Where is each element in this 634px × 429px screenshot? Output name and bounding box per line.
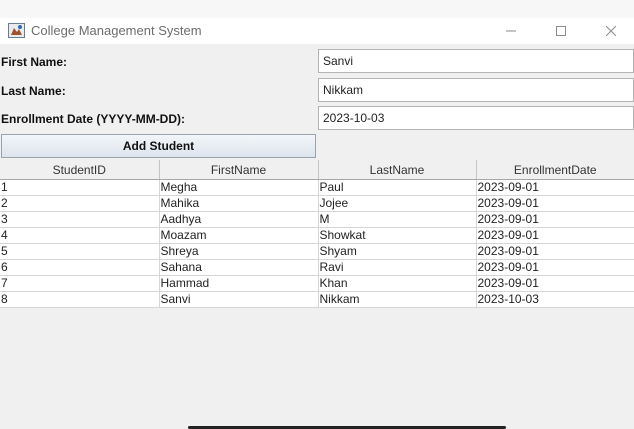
minimize-icon <box>506 30 516 32</box>
cell-enrollment-date[interactable]: 2023-09-01 <box>475 179 634 196</box>
table-row[interactable]: 6 Sahana Ravi 2023-09-01 <box>0 259 634 276</box>
cell-student-id[interactable]: 1 <box>0 179 159 196</box>
maximize-icon <box>556 26 566 36</box>
table-header-row: StudentID FirstName LastName EnrollmentD… <box>0 160 634 180</box>
table-row[interactable]: 4 Moazam Showkat 2023-09-01 <box>0 227 634 244</box>
column-header-studentid[interactable]: StudentID <box>0 160 159 180</box>
cell-student-id[interactable]: 4 <box>0 227 159 244</box>
cell-student-id[interactable]: 7 <box>0 275 159 292</box>
cell-first-name[interactable]: Shreya <box>158 243 318 260</box>
window-title: College Management System <box>31 23 202 38</box>
cell-first-name[interactable]: Hammad <box>158 275 318 292</box>
cell-student-id[interactable]: 5 <box>0 243 159 260</box>
cell-last-name[interactable]: Nikkam <box>317 291 476 308</box>
enrollment-date-field[interactable]: 2023-10-03 <box>318 106 634 130</box>
column-header-lastname[interactable]: LastName <box>317 160 476 180</box>
table-row[interactable]: 2 Mahika Jojee 2023-09-01 <box>0 195 634 212</box>
cell-last-name[interactable]: Shyam <box>317 243 476 260</box>
cell-enrollment-date[interactable]: 2023-09-01 <box>475 259 634 276</box>
cell-enrollment-date[interactable]: 2023-09-01 <box>475 195 634 212</box>
cell-student-id[interactable]: 3 <box>0 211 159 228</box>
table-row[interactable]: 3 Aadhya M 2023-09-01 <box>0 211 634 228</box>
cell-last-name[interactable]: M <box>317 211 476 228</box>
cell-last-name[interactable]: Showkat <box>317 227 476 244</box>
column-header-enrollmentdate[interactable]: EnrollmentDate <box>475 160 634 180</box>
cell-enrollment-date[interactable]: 2023-09-01 <box>475 243 634 260</box>
cell-last-name[interactable]: Khan <box>317 275 476 292</box>
table-row[interactable]: 1 Megha Paul 2023-09-01 <box>0 179 634 196</box>
cell-first-name[interactable]: Mahika <box>158 195 318 212</box>
cell-student-id[interactable]: 2 <box>0 195 159 212</box>
cell-enrollment-date[interactable]: 2023-09-01 <box>475 211 634 228</box>
cell-student-id[interactable]: 6 <box>0 259 159 276</box>
title-bar[interactable]: College Management System <box>0 18 634 44</box>
cell-last-name[interactable]: Paul <box>317 179 476 196</box>
top-strip <box>0 0 634 18</box>
column-header-firstname[interactable]: FirstName <box>158 160 318 180</box>
java-app-icon <box>8 22 25 39</box>
maximize-button[interactable] <box>538 18 584 44</box>
cell-first-name[interactable]: Moazam <box>158 227 318 244</box>
add-student-button[interactable]: Add Student <box>1 134 316 158</box>
table-row[interactable]: 8 Sanvi Nikkam 2023-10-03 <box>0 291 634 308</box>
cell-last-name[interactable]: Jojee <box>317 195 476 212</box>
cell-first-name[interactable]: Aadhya <box>158 211 318 228</box>
close-button[interactable] <box>588 18 634 44</box>
cell-first-name[interactable]: Sanvi <box>158 291 318 308</box>
enrollment-date-label: Enrollment Date (YYYY-MM-DD): <box>1 112 186 126</box>
first-name-field[interactable]: Sanvi <box>318 49 634 73</box>
last-name-label: Last Name: <box>1 84 66 98</box>
table-row[interactable]: 7 Hammad Khan 2023-09-01 <box>0 275 634 292</box>
cell-student-id[interactable]: 8 <box>0 291 159 308</box>
cell-enrollment-date[interactable]: 2023-09-01 <box>475 227 634 244</box>
student-form: First Name: Sanvi Last Name: Nikkam Enro… <box>0 44 634 159</box>
last-name-field[interactable]: Nikkam <box>318 78 634 102</box>
close-icon <box>606 26 616 36</box>
cell-enrollment-date[interactable]: 2023-10-03 <box>475 291 634 308</box>
first-name-label: First Name: <box>1 55 68 69</box>
students-table: StudentID FirstName LastName EnrollmentD… <box>0 160 634 308</box>
cell-first-name[interactable]: Megha <box>158 179 318 196</box>
cell-last-name[interactable]: Ravi <box>317 259 476 276</box>
minimize-button[interactable] <box>488 18 534 44</box>
cell-first-name[interactable]: Sahana <box>158 259 318 276</box>
cell-enrollment-date[interactable]: 2023-09-01 <box>475 275 634 292</box>
table-row[interactable]: 5 Shreya Shyam 2023-09-01 <box>0 243 634 260</box>
